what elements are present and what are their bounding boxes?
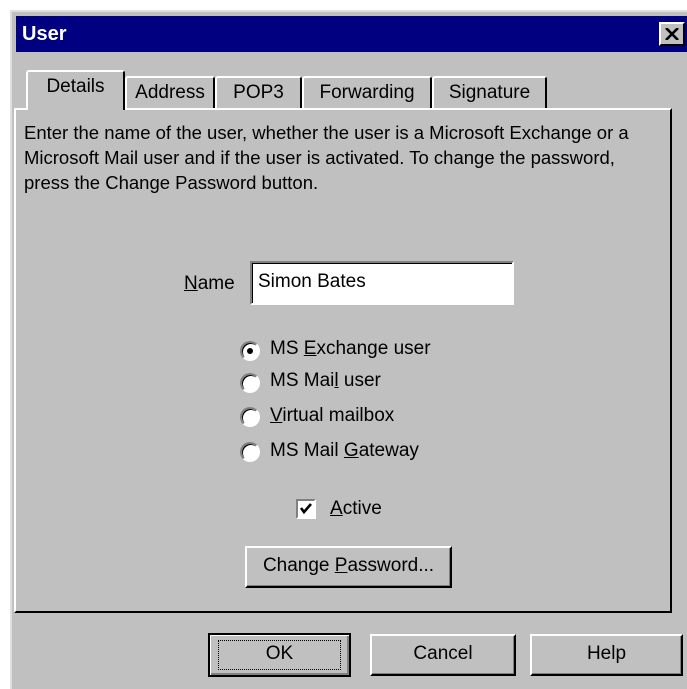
title-bar: User [16, 16, 687, 52]
radio-label-ms-exchange-user[interactable]: MS Exchange user [270, 338, 431, 360]
active-checkbox[interactable] [296, 499, 316, 519]
radio-ms-mail-gateway[interactable] [240, 442, 260, 462]
tab-signature[interactable]: Signature [432, 76, 547, 110]
tab-address[interactable]: Address [125, 76, 215, 110]
radio-virtual-mailbox[interactable] [240, 407, 260, 427]
radio-label-virtual-mailbox[interactable]: Virtual mailbox [270, 405, 394, 427]
cancel-button[interactable]: Cancel [370, 634, 516, 676]
name-input[interactable]: Simon Bates [250, 261, 514, 305]
window-title: User [22, 23, 67, 45]
help-button[interactable]: Help [530, 634, 683, 676]
instructions-text: Enter the name of the user, whether the … [24, 122, 629, 193]
tab-forwarding[interactable]: Forwarding [302, 76, 432, 110]
name-label: Name [184, 273, 235, 294]
tab-details[interactable]: Details [26, 70, 125, 110]
radio-ms-exchange-user[interactable] [240, 341, 260, 361]
checkmark-icon [299, 503, 312, 515]
close-button[interactable] [659, 22, 685, 46]
radio-label-ms-mail-user[interactable]: MS Mail user [270, 370, 381, 392]
ok-button[interactable]: OK [208, 633, 351, 677]
radio-ms-mail-user[interactable] [240, 373, 260, 393]
tab-pop3[interactable]: POP3 [215, 76, 302, 110]
active-label[interactable]: Active [330, 498, 382, 520]
close-icon [665, 28, 679, 40]
change-password-button[interactable]: Change Password... [245, 546, 452, 588]
radio-label-ms-mail-gateway[interactable]: MS Mail Gateway [270, 440, 419, 462]
